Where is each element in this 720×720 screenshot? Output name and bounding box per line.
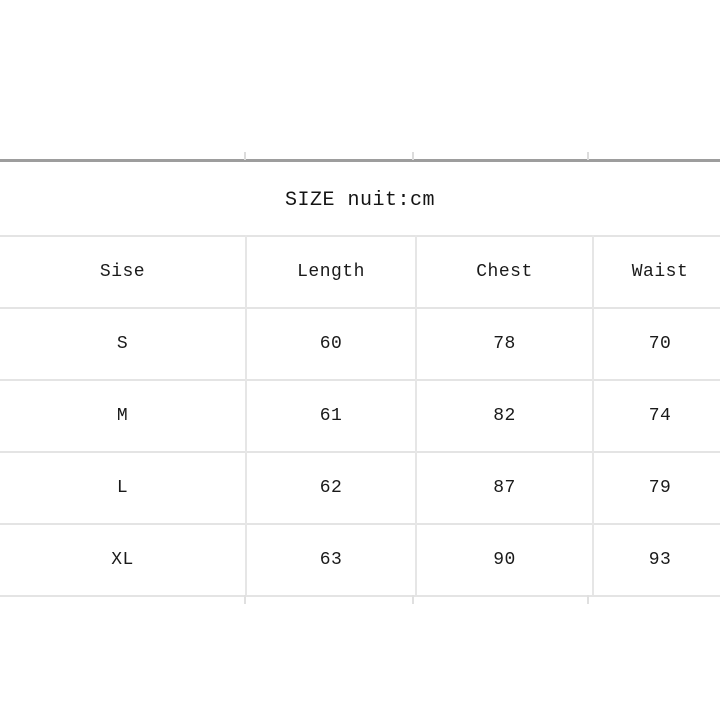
- cell-length: 60: [246, 307, 417, 380]
- cell-size: L: [0, 451, 247, 524]
- size-chart-table: Sise Length Chest Waist S 60 78 70 M 61 …: [0, 235, 720, 597]
- column-tick-mark: [412, 152, 414, 160]
- cell-chest: 90: [416, 523, 594, 597]
- size-chart-title: SIZE nuit:cm: [284, 189, 436, 212]
- table-header-row: Sise Length Chest Waist: [0, 235, 720, 308]
- column-header-chest: Chest: [416, 235, 594, 308]
- table-truncation-stub: [244, 595, 246, 604]
- column-header-length: Length: [246, 235, 417, 308]
- cell-size: S: [0, 307, 247, 380]
- table-row: M 61 82 74: [0, 379, 720, 452]
- cell-waist: 79: [593, 451, 720, 524]
- cell-chest: 78: [416, 307, 594, 380]
- table-row: S 60 78 70: [0, 307, 720, 380]
- cell-chest: 82: [416, 379, 594, 452]
- top-divider-rule: [0, 159, 720, 162]
- table-truncation-stub: [587, 595, 589, 604]
- size-chart-page: SIZE nuit:cm Sise Length Chest Waist S 6…: [0, 0, 720, 720]
- column-header-sise: Sise: [0, 235, 247, 308]
- cell-waist: 74: [593, 379, 720, 452]
- column-tick-mark: [244, 152, 246, 160]
- column-tick-mark: [587, 152, 589, 160]
- cell-size: XL: [0, 523, 247, 597]
- cell-chest: 87: [416, 451, 594, 524]
- table-truncation-stub: [412, 595, 414, 604]
- cell-length: 63: [246, 523, 417, 597]
- cell-size: M: [0, 379, 247, 452]
- table-row: L 62 87 79: [0, 451, 720, 524]
- cell-length: 61: [246, 379, 417, 452]
- cell-length: 62: [246, 451, 417, 524]
- cell-waist: 93: [593, 523, 720, 597]
- cell-waist: 70: [593, 307, 720, 380]
- table-row: XL 63 90 93: [0, 523, 720, 597]
- column-header-waist: Waist: [593, 235, 720, 308]
